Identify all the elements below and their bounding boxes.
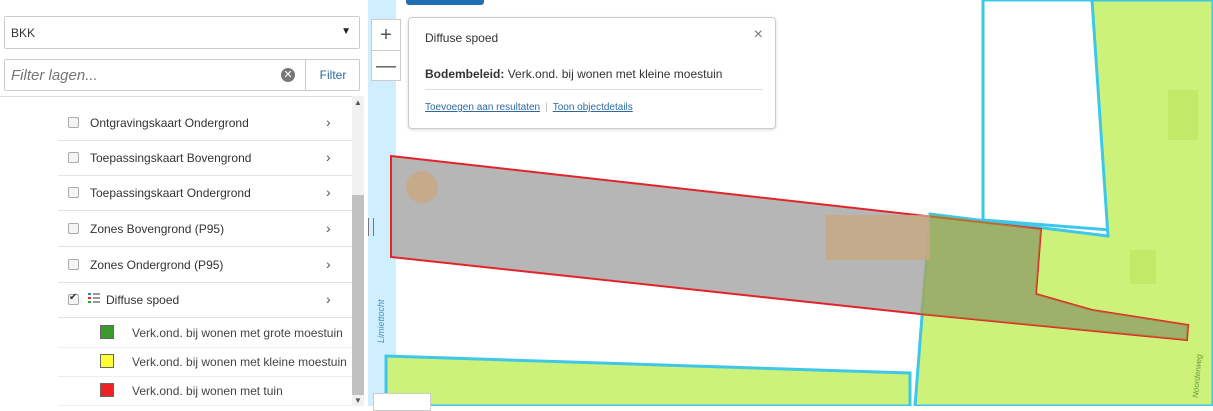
legend-icon — [88, 293, 100, 303]
water-label: Limiettocht — [376, 299, 386, 343]
parcel-detail — [1130, 250, 1156, 284]
chevron-right-icon[interactable]: › — [326, 114, 331, 130]
popup-actions: Toevoegen aan resultaten | Toon objectdeta… — [425, 102, 633, 113]
add-to-results-link[interactable]: Toevoegen aan resultaten — [425, 102, 540, 113]
chevron-right-icon[interactable]: › — [326, 256, 331, 272]
layer-label: Zones Ondergrond (P95) — [90, 258, 224, 272]
layer-item[interactable]: Zones Ondergrond (P95) › — [58, 248, 352, 283]
layer-checkbox[interactable] — [68, 117, 79, 128]
layer-item[interactable]: Zones Bovengrond (P95) › — [58, 212, 352, 247]
parcel-detail — [1168, 90, 1198, 140]
popup-attribute: Bodembeleid: Verk.ond. bij wonen met kle… — [425, 67, 722, 81]
legend-label: Verk.ond. bij wonen met kleine moestuin — [132, 355, 347, 369]
attribute-label: Bodembeleid: — [425, 67, 505, 81]
base-map-select[interactable]: BKK ▼ — [4, 16, 360, 49]
legend-swatch — [100, 325, 114, 339]
layer-checkbox[interactable] — [68, 292, 79, 305]
scrollbar-thumb[interactable] — [352, 195, 364, 395]
layer-checkbox[interactable] — [68, 223, 79, 234]
legend-label: Verk.ond. bij wonen met tuin — [132, 384, 283, 398]
layer-checkbox[interactable] — [68, 259, 79, 270]
zoom-in-button[interactable]: + — [372, 20, 400, 51]
layer-item[interactable]: Toepassingskaart Ondergrond › — [58, 176, 352, 211]
zoom-control: + — — [371, 19, 401, 81]
chevron-right-icon[interactable]: › — [326, 184, 331, 200]
building — [826, 215, 930, 260]
panel-resize-handle[interactable] — [368, 218, 374, 236]
parcel-south-west — [384, 354, 912, 406]
layer-checkbox[interactable] — [68, 152, 79, 163]
layer-label: Toepassingskaart Ondergrond — [90, 186, 251, 200]
layer-label: Diffuse spoed — [106, 293, 180, 307]
clear-icon[interactable]: ✕ — [281, 68, 295, 82]
chevron-right-icon[interactable]: › — [326, 220, 331, 236]
legend-item: Verk.ond. bij wonen met tuin — [58, 377, 352, 406]
popup-title: Diffuse spoed — [425, 31, 499, 45]
layers-panel: BKK ▼ ✕ Filter Ontgravingskaart Ondergro… — [0, 0, 368, 406]
filter-input[interactable] — [5, 60, 312, 90]
close-icon[interactable]: × — [754, 26, 763, 44]
layer-label: Toepassingskaart Bovengrond — [90, 151, 252, 165]
divider — [425, 89, 763, 90]
map-tool-button[interactable] — [373, 393, 431, 411]
dropdown-caret-icon: ▼ — [341, 26, 351, 37]
layer-item[interactable]: Toepassingskaart Bovengrond › — [58, 141, 352, 176]
legend-item: Verk.ond. bij wonen met grote moestuin — [58, 319, 352, 348]
filter-bar: ✕ Filter — [4, 59, 360, 91]
layer-item[interactable]: Ontgravingskaart Ondergrond › — [58, 106, 352, 141]
scroll-down-icon[interactable]: ▼ — [354, 396, 362, 405]
layer-label: Ontgravingskaart Ondergrond — [90, 116, 249, 130]
legend-swatch — [100, 383, 114, 397]
layer-item-diffuse-spoed[interactable]: Diffuse spoed › — [58, 283, 352, 318]
show-details-link[interactable]: Toon objectdetails — [553, 102, 633, 113]
scroll-up-icon[interactable]: ▲ — [354, 98, 362, 107]
select-value: BKK — [11, 26, 36, 40]
chevron-right-icon[interactable]: › — [326, 149, 331, 165]
zoom-out-button[interactable]: — — [372, 51, 400, 81]
link-separator: | — [545, 102, 548, 113]
parcel-white — [981, 0, 1112, 232]
layer-checkbox[interactable] — [68, 187, 79, 198]
layer-label: Zones Bovengrond (P95) — [90, 222, 225, 236]
legend-swatch — [100, 354, 114, 368]
tree-marker — [406, 171, 438, 203]
feature-info-popup: Diffuse spoed × Bodembeleid: Verk.ond. b… — [408, 17, 776, 129]
attribute-value: Verk.ond. bij wonen met kleine moestuin — [507, 67, 723, 81]
layer-list: Ontgravingskaart Ondergrond › Toepassing… — [0, 96, 352, 407]
chevron-right-icon[interactable]: › — [326, 291, 331, 307]
top-toolbar-button[interactable] — [406, 0, 484, 5]
filter-button[interactable]: Filter — [305, 60, 360, 90]
legend-label: Verk.ond. bij wonen met grote moestuin — [132, 326, 343, 340]
legend-item: Verk.ond. bij wonen met kleine moestuin — [58, 348, 352, 377]
